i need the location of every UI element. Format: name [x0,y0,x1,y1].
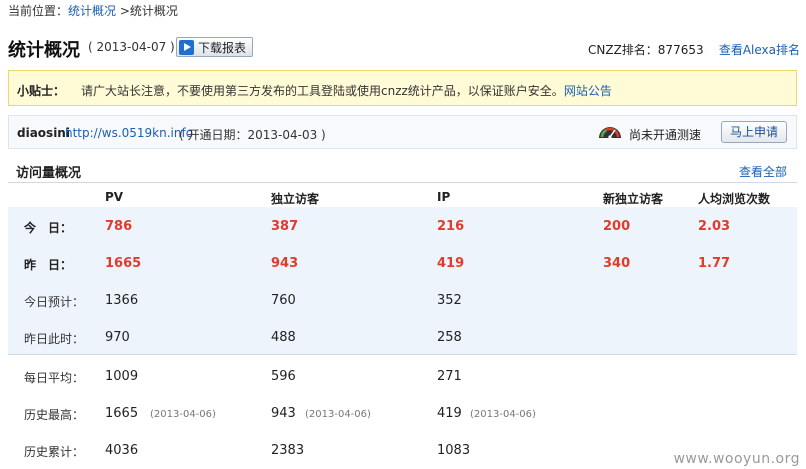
cell-pv: 786 [105,219,133,234]
breadcrumb-link-overview[interactable]: 统计概况 [68,4,116,18]
row-label: 每日平均： [24,371,85,385]
download-report-label: 下载报表 [198,40,247,55]
breadcrumb-prefix: 当前位置： [8,4,69,18]
row-label: 今 日： [24,221,73,235]
row-label: 昨 日： [24,258,73,272]
cell-pv: 4036 [105,443,139,458]
cell-uv: 488 [271,330,296,345]
site-name: diaosini [17,126,70,140]
site-open-date: ( 开通日期：2013-04-03 ) [179,128,326,142]
table-row-yesterday: 昨 日： 1665 943 419 340 1.77 [8,245,797,281]
cell-uv: 760 [271,293,296,308]
cell-ip: 216 [437,219,465,234]
column-header-pv: PV [105,190,124,204]
cell-ip: 352 [437,293,462,308]
page-title: 统计概况 [8,40,80,61]
view-all-link[interactable]: 查看全部 [739,163,787,180]
table-row-today: 今 日： 786 387 216 200 2.03 [8,208,797,244]
cell-ip: 258 [437,330,462,345]
cell-avg: 2.03 [698,219,731,234]
row-label: 昨日此时： [24,332,85,346]
page-date: ( 2013-04-07 ) [88,40,175,54]
cell-ip-date: (2013-04-06) [470,409,536,420]
column-header-avg: 人均浏览次数 [698,192,771,206]
cell-pv: 1665 [105,406,139,421]
column-header-ip: IP [437,190,451,204]
section-title: 访问量概况 [16,166,82,181]
site-url-link[interactable]: http://ws.0519kn.info [65,126,193,140]
tips-message: 请广大站长注意，不要使用第三方发布的工具登陆或使用cnzz统计产品，以保证账户安… [81,84,564,98]
table-row-historical-max: 历史最高： 1665 (2013-04-06) 943 (2013-04-06)… [8,395,797,431]
table-column-headers: PV 独立访客 IP 新独立访客 人均浏览次数 [8,187,797,207]
cell-uv: 943 [271,256,299,271]
breadcrumb-current: >统计概况 [116,4,178,18]
table-row-today-forecast: 今日预计： 1366 760 352 [8,282,797,318]
speed-test-status: 尚未开通测速 [629,128,702,142]
cell-ip: 419 [437,406,462,421]
cnzz-rank: CNZZ排名：877653 [588,43,704,57]
column-header-new-uv: 新独立访客 [603,192,664,206]
cell-pv-date: (2013-04-06) [150,409,216,420]
tips-banner: 小贴士： 请广大站长注意，不要使用第三方发布的工具登陆或使用cnzz统计产品，以… [8,70,797,106]
cell-pv: 1009 [105,369,139,384]
cell-new-uv: 340 [603,256,631,271]
cell-pv: 1366 [105,293,139,308]
table-row-daily-average: 每日平均： 1009 596 271 [8,358,797,394]
cell-avg: 1.77 [698,256,731,271]
cell-uv: 943 [271,406,296,421]
cell-pv: 1665 [105,256,142,271]
tips-text: 请广大站长注意，不要使用第三方发布的工具登陆或使用cnzz统计产品，以保证账户安… [81,82,612,99]
cell-ip: 1083 [437,443,471,458]
page-header: 统计概况 ( 2013-04-07 ) 下载报表 CNZZ排名：877653 查… [8,36,800,61]
alexa-rank-link[interactable]: 查看Alexa排名 [719,41,800,58]
row-label: 历史累计： [24,445,85,459]
row-label: 历史最高： [24,408,85,422]
table-row-yesterday-same-time: 昨日此时： 970 488 258 [8,319,797,355]
cell-uv: 387 [271,219,299,234]
row-label: 今日预计： [24,295,85,309]
apply-now-button[interactable]: 马上申请 [721,121,787,143]
cell-uv: 2383 [271,443,305,458]
watermark: www.wooyun.org [673,451,800,467]
column-header-uv: 独立访客 [271,192,320,206]
site-announcement-link[interactable]: 网站公告 [564,84,612,98]
cell-pv: 970 [105,330,130,345]
cell-new-uv: 200 [603,219,631,234]
breadcrumb: 当前位置：统计概况 >统计概况 [8,2,178,19]
cell-ip: 271 [437,369,462,384]
speedometer-icon [599,127,621,139]
download-report-button[interactable]: 下载报表 [176,37,254,57]
play-icon [179,39,194,55]
cell-uv-date: (2013-04-06) [305,409,371,420]
cell-uv: 596 [271,369,296,384]
cell-ip: 419 [437,256,465,271]
tips-label: 小贴士： [17,84,66,98]
traffic-overview-header: 访问量概况 查看全部 [8,157,797,183]
site-info-bar: diaosini http://ws.0519kn.info ( 开通日期：20… [8,115,797,149]
